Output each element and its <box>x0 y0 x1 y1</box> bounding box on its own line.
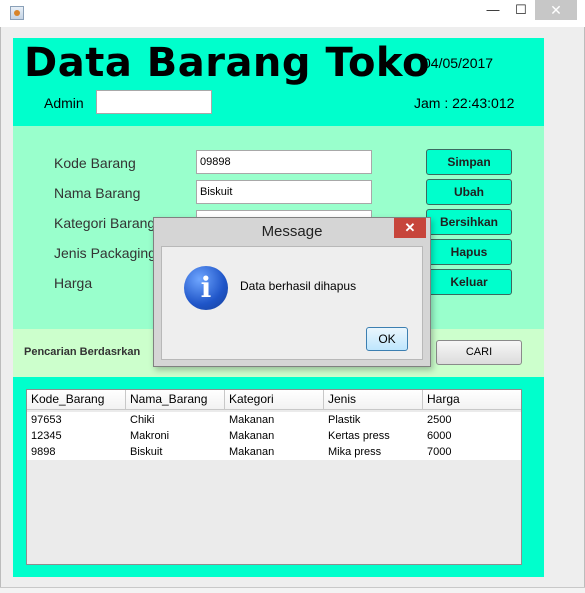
bersihkan-button[interactable]: Bersihkan <box>426 209 512 235</box>
ok-button[interactable]: OK <box>366 327 408 351</box>
dialog-title: Message <box>261 223 323 240</box>
table-cell: Makanan <box>229 414 275 426</box>
table-row[interactable]: 9898 Biskuit Makanan Mika press 7000 <box>27 444 521 460</box>
table-cell: 97653 <box>31 414 62 426</box>
column-header[interactable]: Kategori <box>225 390 324 409</box>
dialog-message: Data berhasil dihapus <box>240 279 357 293</box>
jenis-packaging-label: Jenis Packaging <box>54 245 156 261</box>
minimize-button[interactable]: — <box>480 0 506 20</box>
hapus-button[interactable]: Hapus <box>426 239 512 265</box>
search-label: Pencarian Berdasrkan <box>24 346 141 358</box>
kategori-barang-label: Kategori Barang <box>54 215 156 231</box>
table-cell: Makanan <box>229 430 275 442</box>
table-cell: 12345 <box>31 430 62 442</box>
table-cell: Makroni <box>130 430 170 442</box>
info-icon: i <box>184 266 228 310</box>
column-header[interactable]: Jenis <box>324 390 423 409</box>
java-app-icon <box>10 6 24 20</box>
table-cell: 2500 <box>427 414 452 426</box>
cari-button[interactable]: CARI <box>436 340 522 365</box>
table-cell: 7000 <box>427 446 452 458</box>
nama-barang-label: Nama Barang <box>54 185 141 201</box>
table-header: Kode_Barang Nama_Barang Kategori Jenis H… <box>27 390 521 410</box>
table-cell: Mika press <box>328 446 382 458</box>
column-header[interactable]: Kode_Barang <box>27 390 126 409</box>
date-label: 04/05/2017 <box>423 55 494 71</box>
kode-barang-label: Kode Barang <box>54 155 136 171</box>
table-cell: 6000 <box>427 430 452 442</box>
admin-field[interactable] <box>96 90 212 114</box>
window-close-button[interactable]: ✕ <box>535 0 577 20</box>
keluar-button[interactable]: Keluar <box>426 269 512 295</box>
table-cell: 9898 <box>31 446 56 458</box>
maximize-button[interactable]: ☐ <box>508 0 534 20</box>
status-strip <box>0 587 585 593</box>
column-header[interactable]: Nama_Barang <box>126 390 225 409</box>
table-cell: Chiki <box>130 414 155 426</box>
table-row[interactable]: 12345 Makroni Makanan Kertas press 6000 <box>27 428 521 444</box>
table-cell: Makanan <box>229 446 275 458</box>
table-row[interactable]: 97653 Chiki Makanan Plastik 2500 <box>27 412 521 428</box>
ubah-button[interactable]: Ubah <box>426 179 512 205</box>
table-cell: Kertas press <box>328 430 390 442</box>
dialog-body: i Data berhasil dihapus OK <box>161 246 423 360</box>
column-header[interactable]: Harga <box>423 390 521 409</box>
table-body: 97653 Chiki Makanan Plastik 2500 12345 M… <box>27 412 521 460</box>
message-dialog: Message ✕ i Data berhasil dihapus OK <box>153 217 431 367</box>
admin-label: Admin <box>44 95 84 111</box>
kode-barang-field[interactable]: 09898 <box>196 150 372 174</box>
table-cell: Plastik <box>328 414 361 426</box>
time-label: Jam : 22:43:012 <box>414 95 515 111</box>
harga-label: Harga <box>54 275 93 291</box>
simpan-button[interactable]: Simpan <box>426 149 512 175</box>
dialog-close-button[interactable]: ✕ <box>394 218 426 238</box>
nama-barang-field[interactable]: Biskuit <box>196 180 372 204</box>
page-title: Data Barang Toko <box>24 40 430 86</box>
table-cell: Biskuit <box>130 446 163 458</box>
